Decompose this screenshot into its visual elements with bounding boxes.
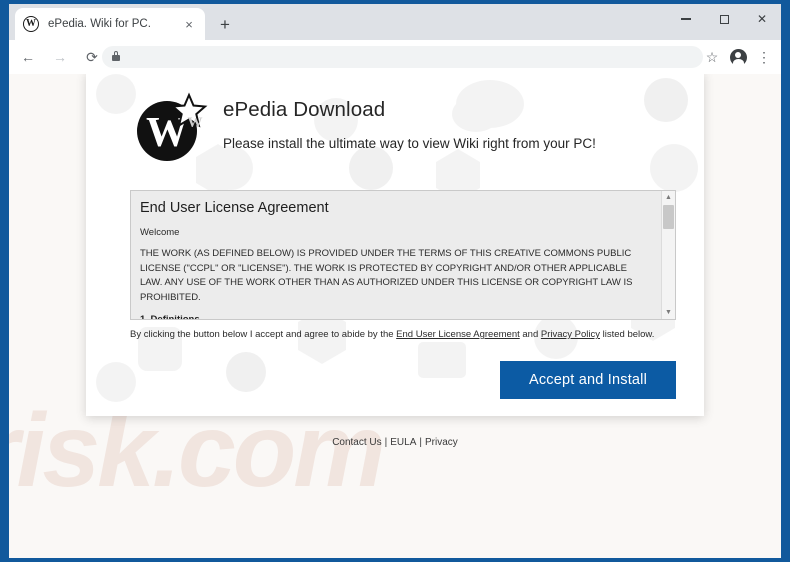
eula-scrollbar[interactable]: ▲ ▼ bbox=[661, 191, 675, 319]
accept-text-before: By clicking the button below I accept an… bbox=[130, 329, 397, 340]
footer-separator-1: | bbox=[384, 437, 388, 448]
page-subtitle: Please install the ultimate way to view … bbox=[223, 136, 596, 151]
new-tab-button[interactable]: + bbox=[213, 12, 237, 36]
scrollbar-down-arrow-icon[interactable]: ▼ bbox=[662, 306, 675, 319]
footer-eula-link[interactable]: EULA bbox=[390, 437, 416, 448]
eula-heading: End User License Agreement bbox=[140, 200, 329, 216]
acceptance-text: By clicking the button below I accept an… bbox=[130, 328, 676, 342]
scrollbar-thumb[interactable] bbox=[663, 205, 674, 229]
epedia-w-logo-icon: W W bbox=[137, 92, 208, 161]
accept-text-after: listed below. bbox=[600, 329, 655, 340]
address-bar[interactable] bbox=[102, 46, 703, 68]
eula-scroll-box[interactable]: End User License Agreement Welcome THE W… bbox=[130, 190, 676, 320]
accept-text-mid: and bbox=[519, 329, 541, 340]
close-window-button[interactable]: ✕ bbox=[743, 4, 781, 34]
page-viewport: risk.com W W ePedia Download Please inst… bbox=[9, 74, 781, 558]
forward-button-icon[interactable]: → bbox=[47, 44, 73, 70]
footer-privacy-link[interactable]: Privacy bbox=[425, 437, 458, 448]
tab-strip: W ePedia. Wiki for PC. × + ✕ bbox=[9, 4, 781, 40]
window-controls: ✕ bbox=[667, 4, 781, 40]
eula-link[interactable]: End User License Agreement bbox=[396, 329, 520, 340]
minimize-button[interactable] bbox=[667, 4, 705, 34]
back-button-icon[interactable]: ← bbox=[15, 44, 41, 70]
page-title: ePedia Download bbox=[223, 98, 386, 121]
eula-definitions-heading: 1. Definitions bbox=[140, 314, 200, 320]
installer-card: W W ePedia Download Please install the u… bbox=[86, 74, 704, 416]
tab-close-icon[interactable]: × bbox=[181, 16, 197, 32]
privacy-policy-link[interactable]: Privacy Policy bbox=[541, 329, 600, 340]
browser-toolbar: ← → ⟳ ☆ ⋮ bbox=[9, 40, 781, 74]
browser-window: W ePedia. Wiki for PC. × + ✕ ← → ⟳ ☆ ⋮ r… bbox=[9, 4, 781, 558]
footer-separator-2: | bbox=[419, 437, 422, 448]
chrome-menu-icon[interactable]: ⋮ bbox=[751, 45, 777, 69]
lock-icon bbox=[112, 51, 120, 61]
browser-tab-epedia[interactable]: W ePedia. Wiki for PC. × bbox=[15, 8, 205, 40]
maximize-button[interactable] bbox=[705, 4, 743, 34]
screenshot-border-frame: W ePedia. Wiki for PC. × + ✕ ← → ⟳ ☆ ⋮ r… bbox=[0, 0, 790, 562]
eula-body-paragraph: THE WORK (AS DEFINED BELOW) IS PROVIDED … bbox=[140, 248, 633, 303]
tab-title: ePedia. Wiki for PC. bbox=[48, 18, 151, 30]
eula-content: End User License Agreement Welcome THE W… bbox=[131, 191, 661, 320]
footer-links: Contact Us | EULA | Privacy bbox=[9, 437, 781, 448]
tab-favicon-w-icon: W bbox=[23, 16, 39, 32]
accept-and-install-button[interactable]: Accept and Install bbox=[500, 361, 676, 399]
toolbar-icons: ☆ ⋮ bbox=[699, 45, 777, 69]
profile-avatar-icon[interactable] bbox=[725, 45, 751, 69]
footer-contact-us-link[interactable]: Contact Us bbox=[332, 437, 381, 448]
header-text-block: ePedia Download Please install the ultim… bbox=[223, 98, 596, 151]
svg-text:W: W bbox=[188, 115, 203, 131]
bookmark-star-icon[interactable]: ☆ bbox=[699, 45, 725, 69]
eula-welcome: Welcome bbox=[140, 227, 180, 238]
card-header: W W ePedia Download Please install the u… bbox=[86, 74, 704, 190]
scrollbar-up-arrow-icon[interactable]: ▲ bbox=[662, 191, 675, 204]
